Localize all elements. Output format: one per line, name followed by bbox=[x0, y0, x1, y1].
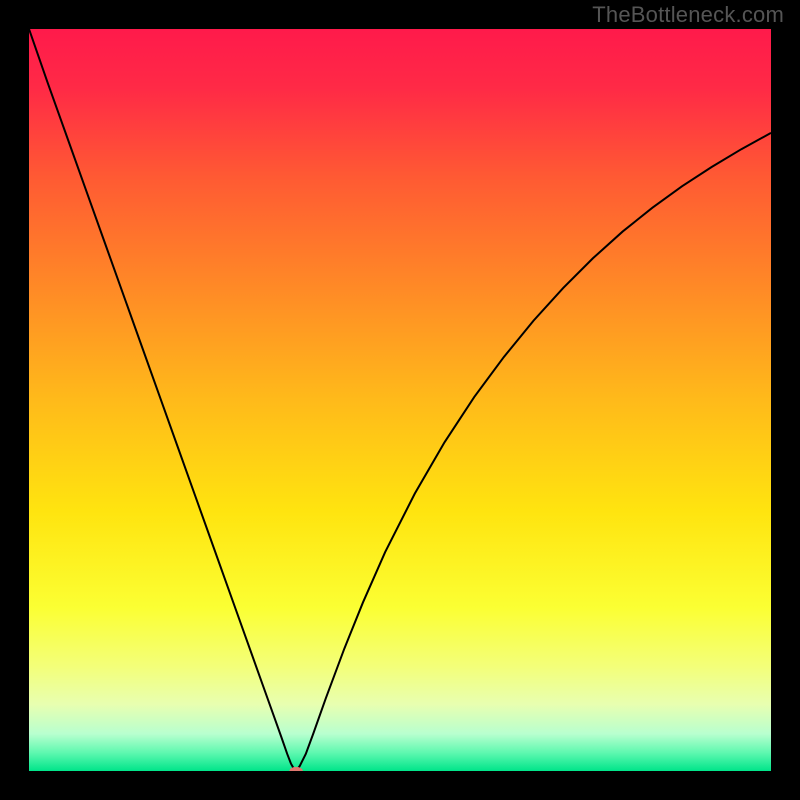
optimum-marker bbox=[289, 767, 302, 775]
chart-frame: TheBottleneck.com bbox=[0, 0, 800, 800]
plot-background bbox=[29, 29, 771, 771]
bottleneck-chart bbox=[0, 0, 800, 800]
watermark-text: TheBottleneck.com bbox=[592, 2, 784, 28]
